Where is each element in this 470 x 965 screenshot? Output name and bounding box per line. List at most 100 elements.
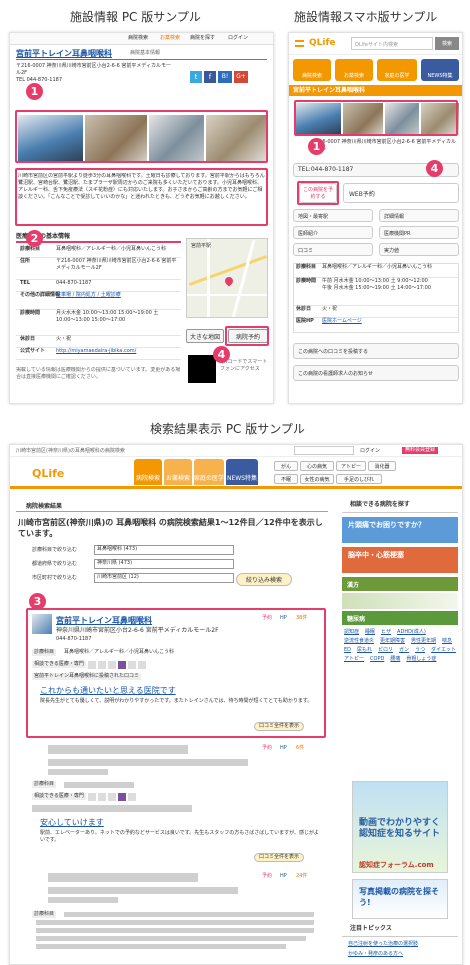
facebook-icon[interactable]: f [204, 71, 216, 83]
side-topic-1[interactable]: 自己注射を使った治療の選択肢 [348, 941, 418, 948]
result3-badge-hp[interactable]: HP [280, 873, 287, 880]
sp-info-val: 火・祝 [322, 306, 338, 312]
side-banner-stroke[interactable]: 脳卒中・心筋梗塞 [342, 547, 458, 573]
side-link[interactable]: 男性更年期 [411, 638, 436, 645]
result2-review: 駅前、エレベーターあり。ネットでの予約などサービスは良いです。先生もスタッフの方… [40, 830, 319, 843]
sp-menu-doctor[interactable]: 医師紹介 [293, 226, 373, 239]
tag-insomnia[interactable]: 不眠 [274, 474, 298, 484]
search-logo[interactable]: QLife [32, 467, 64, 480]
result2-badge-reserve[interactable]: 予約 [262, 745, 272, 752]
side-link[interactable]: 更年期障害 [380, 638, 405, 645]
info-val-link[interactable]: 駐車場 / 院内処方 / 土曜診療 [56, 292, 177, 299]
side-link[interactable]: 喘息 [442, 638, 452, 645]
result2-review-title[interactable]: 安心していけます [40, 817, 104, 828]
pc-top-link-2[interactable]: お薬検索 [160, 35, 180, 42]
side-link[interactable]: うつ [415, 647, 425, 654]
side-kampo[interactable]: 漢方 [342, 577, 458, 591]
side-link[interactable]: 腰痛 [390, 656, 400, 663]
side-link[interactable]: ヒザ [381, 629, 391, 636]
sp-hp-link[interactable]: 医院ホームページ [322, 318, 454, 325]
tag-cancer[interactable]: がん [274, 461, 298, 471]
pc-social-icons: t f B! G+ [190, 71, 248, 83]
pc-map[interactable]: 宮前平駅 [186, 238, 268, 318]
side-ad-photo[interactable]: 写真掲載の病院を探そう! [352, 879, 448, 919]
sp-clinic-name: 宮前平トレイン耳鼻咽喉科 [289, 85, 462, 96]
side-link[interactable]: ADHD(成人) [397, 629, 426, 636]
result2-badge-count[interactable]: 6件 [296, 745, 304, 752]
official-site-link[interactable]: http://miyamaedaira-jibika.com/ [56, 348, 177, 355]
side-link[interactable]: 尿もれ [357, 647, 372, 654]
side-links: 認知症 睡眠 ヒザ ADHD(成人) 逆流性食道炎 更年期障害 男性更年期 喘息… [344, 629, 458, 779]
sp-tab-news[interactable]: NEWS特集 [421, 59, 459, 81]
sp-tab-drug[interactable]: お薬検索 [335, 59, 373, 81]
pc-top-link-1[interactable]: 病院検索 [128, 35, 148, 42]
sp-menu-review[interactable]: 口コミ [293, 243, 373, 256]
filter-select-dept[interactable]: 耳鼻咽喉科 (473) [94, 545, 234, 555]
side-link[interactable]: ダイエット [431, 647, 456, 654]
hatena-icon[interactable]: B! [218, 71, 232, 83]
tag-numbness[interactable]: 手足のしびれ [336, 474, 382, 484]
sp-search-input[interactable]: QLifeサイト内検索 [351, 37, 433, 50]
tag-atopy[interactable]: アトピー [336, 461, 366, 471]
sp-menu-power[interactable]: 実力値 [379, 243, 459, 256]
side-topic-2[interactable]: かゆみ・発疹のある方へ [348, 951, 403, 958]
sp-menu-pr[interactable]: 医療機関PR [379, 226, 459, 239]
search-nav-drug[interactable]: お薬検索 [164, 459, 192, 485]
filter-select-city[interactable]: 川崎市宮前区 (12) [94, 573, 234, 583]
sp-info-key: 診療時間 [296, 278, 317, 284]
tag-mental[interactable]: 心の病気 [300, 461, 334, 471]
result3-badge-reserve[interactable]: 予約 [262, 873, 272, 880]
sp-info-val: 耳鼻咽喉科／アレルギー科／小児耳鼻いんこう科 [322, 264, 433, 270]
sp-facility-frame: QLife QLifeサイト内検索 検索 病院検索 お薬検索 家庭の医学 NEW… [288, 32, 463, 404]
refine-search-button[interactable]: 絞り込み検索 [236, 573, 292, 586]
tag-women[interactable]: 女性の病気 [300, 474, 334, 484]
side-diabetes[interactable]: 糖尿病 [342, 611, 458, 625]
sp-tab-medicine[interactable]: 家庭の医学 [377, 59, 417, 81]
result2-more[interactable]: 口コミ全件を表示 [254, 853, 305, 862]
gplus-icon[interactable]: G+ [234, 71, 248, 83]
side-link[interactable]: COPD [370, 656, 384, 663]
sp-logo[interactable]: QLife [309, 38, 336, 48]
twitter-icon[interactable]: t [190, 71, 202, 83]
pc-top-link-3[interactable]: 病院を探す [190, 35, 215, 42]
tag-digest[interactable]: 消化器 [368, 461, 396, 471]
sp-nurse-recruit[interactable]: この病院の看護師求人のお知らせ [293, 365, 459, 381]
side-link[interactable]: 骨粗しょう症 [406, 656, 436, 663]
filter-label: 診療科目で絞り込む [32, 547, 78, 553]
filter-select-pref[interactable]: 神奈川県 (473) [94, 559, 234, 569]
sp-menu-map[interactable]: 地図・最寄駅 [293, 209, 373, 222]
marker-2-pc: 2 [26, 230, 43, 247]
side-link[interactable]: ピロリ [378, 647, 393, 654]
caption-search: 検索結果表示 PC 版サンプル [150, 422, 305, 436]
side-link[interactable]: 認知症 [344, 629, 359, 636]
pc-top-link-4[interactable]: ログイン [228, 35, 248, 42]
caption-pc: 施設情報 PC 版サンプル [70, 10, 201, 24]
side-ad-dementia[interactable]: 動画でわかりやすく 認知症を知るサイト 認知症フォーラム.com [352, 781, 448, 873]
results-title: 川崎市宮前区(神奈川県)の 耳鼻咽喉科 の病院検索結果1〜12件目／12件中を表… [18, 518, 323, 538]
result2-badge-hp[interactable]: HP [280, 745, 287, 752]
pc-photo-highlight [15, 110, 268, 163]
result3-badge-count[interactable]: 24件 [296, 873, 307, 880]
large-map-button[interactable]: 大きな地図 [186, 329, 224, 343]
sp-menu-detail[interactable]: 詳細情報 [379, 209, 459, 222]
side-link[interactable]: 逆流性食道炎 [344, 638, 374, 645]
sp-web-reserve[interactable]: WEB予約 [343, 183, 459, 203]
info-key: 診療時間 [20, 310, 41, 316]
info-key: 診療科目 [20, 246, 41, 252]
side-link[interactable]: 睡眠 [365, 629, 375, 636]
search-sidebar: 相談できる病院を探す 片頭痛でお困りですか？ 脳卒中・心筋梗塞 漢方 糖尿病 認… [342, 501, 458, 964]
search-nav-news[interactable]: NEWS特集 [226, 459, 258, 485]
search-register[interactable]: 無料会員登録 [402, 447, 439, 454]
side-link[interactable]: アトピー [344, 656, 364, 663]
side-banner-migraine[interactable]: 片頭痛でお困りですか？ [342, 517, 458, 543]
search-nav-hospital[interactable]: 病院検索 [134, 459, 162, 485]
side-link[interactable]: ED [344, 647, 351, 654]
menu-icon[interactable] [295, 40, 304, 47]
sp-post-review[interactable]: この病院への口コミを投稿する [293, 343, 459, 359]
sp-tab-hospital[interactable]: 病院検索 [293, 59, 331, 81]
pc-clinic-name[interactable]: 宮前平トレイン耳鼻咽喉科 [16, 48, 112, 59]
side-link[interactable]: ガン [399, 647, 409, 654]
search-login[interactable]: ログイン [360, 448, 380, 455]
search-nav-medicine[interactable]: 家庭の医学 [194, 459, 224, 485]
sp-search-button[interactable]: 検索 [435, 37, 459, 50]
